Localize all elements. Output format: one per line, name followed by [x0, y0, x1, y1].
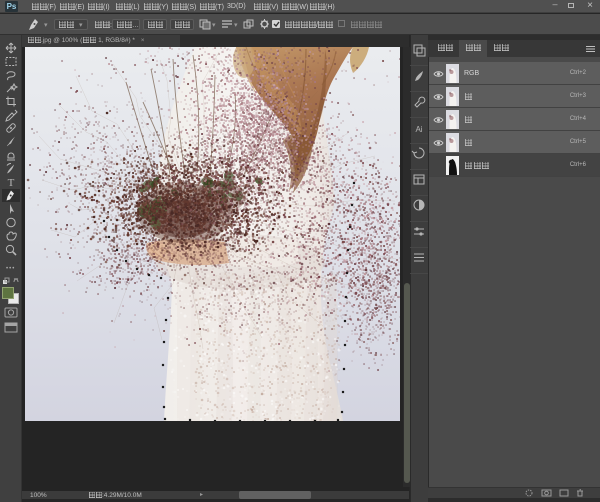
svg-text:Ai: Ai — [415, 125, 422, 134]
svg-text:T: T — [8, 177, 15, 189]
